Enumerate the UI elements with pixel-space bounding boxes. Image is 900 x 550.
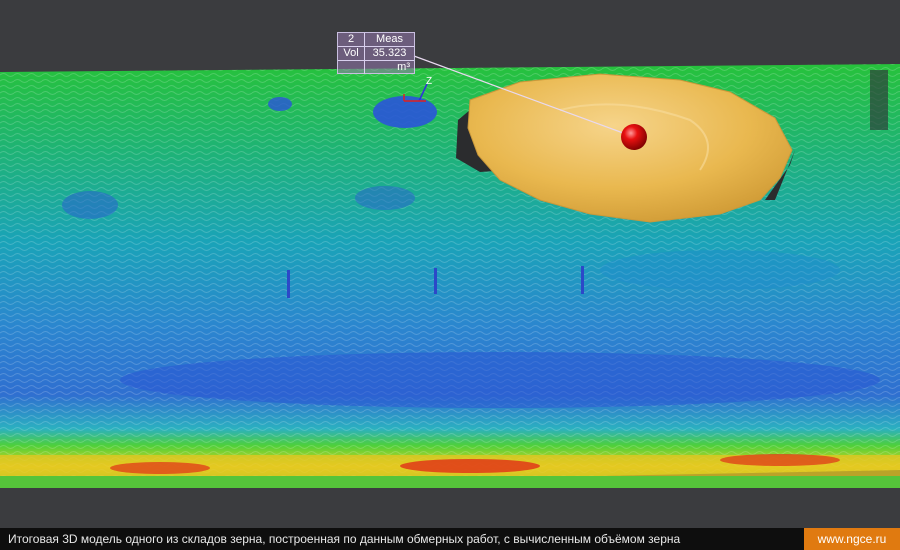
measurement-spacer [338, 61, 365, 74]
front-wall-hot [720, 454, 840, 466]
caption-text: Итоговая 3D модель одного из складов зер… [8, 532, 681, 546]
low-area-patch [120, 352, 880, 408]
low-area-patch [355, 186, 415, 210]
measurement-header: Meas [376, 33, 403, 45]
front-wall-edge [0, 476, 900, 488]
volume-value: 35.323 [372, 47, 407, 59]
measurement-label[interactable]: 2 Meas Vol 35.323 m³ [337, 32, 415, 74]
column [581, 266, 584, 294]
measurement-unit-row: m³ [365, 61, 414, 74]
front-wall-hot [400, 459, 540, 473]
volume-label: Vol [338, 47, 365, 60]
measurement-id: 2 [338, 33, 365, 46]
front-wall-hot [110, 462, 210, 474]
low-area-patch [62, 191, 118, 219]
point-cloud-scene[interactable]: Z [0, 0, 900, 528]
column [434, 268, 437, 294]
low-area-patch [268, 97, 292, 111]
3d-viewport[interactable]: Z 2 Meas Vol 35.323 m³ [0, 0, 900, 528]
low-area-patch [600, 250, 840, 290]
column [287, 270, 290, 298]
axis-z-label: Z [426, 76, 432, 87]
volume-unit: m³ [397, 61, 410, 73]
measurement-marker [621, 124, 647, 150]
site-link[interactable]: www.ngce.ru [804, 528, 900, 550]
wall-debris [870, 70, 888, 130]
caption-bar: Итоговая 3D модель одного из складов зер… [0, 528, 900, 550]
